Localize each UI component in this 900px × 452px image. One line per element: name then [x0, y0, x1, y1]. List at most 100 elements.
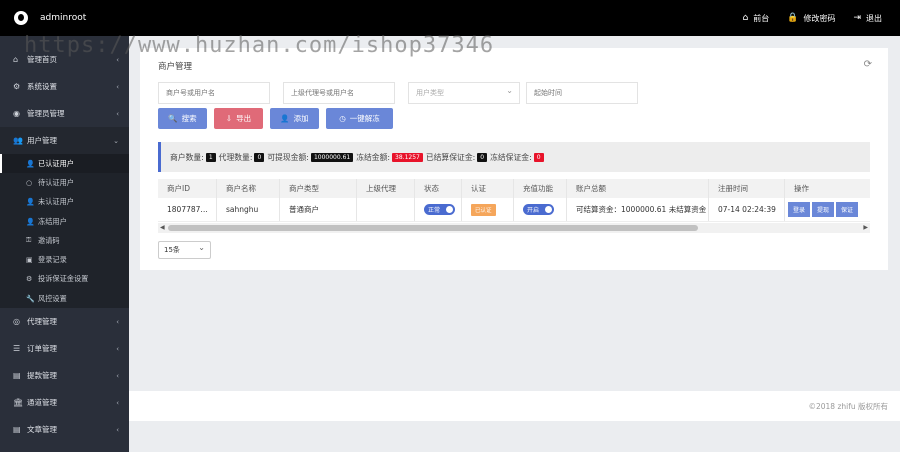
gears-icon: ⚙	[13, 82, 21, 91]
merchant-search-input[interactable]	[158, 82, 270, 104]
start-time-input[interactable]	[526, 82, 638, 104]
wrench-icon: 🔧	[26, 294, 35, 303]
lock-icon: 🔒	[787, 13, 799, 23]
unfreeze-all-button[interactable]: ◷ 一键解冻	[326, 108, 393, 129]
sidebar-item-login-records[interactable]: ▣ 登录记录	[0, 250, 129, 269]
sidebar-item-label: 代理管理	[27, 317, 57, 327]
clock-icon: ◷	[339, 114, 346, 123]
sidebar-item-verified-users[interactable]: 👤 已认证用户	[0, 154, 129, 174]
column-header[interactable]: 商户类型	[280, 179, 357, 198]
table-row[interactable]: 1807787… sahnghu 普通商户 正常 已认证 开启 可结算资金：10…	[158, 198, 870, 222]
frozen-badge: 38.1257	[392, 152, 423, 162]
sidebar-item-label: 待认证用户	[38, 177, 74, 187]
column-header[interactable]: 状态	[415, 179, 462, 198]
sidebar-item-label: 订单管理	[27, 344, 57, 354]
top-bar: adminroot ⌂ 前台 🔒 修改密码 ⇥ 退出	[0, 0, 900, 36]
withdraw-icon: ▤	[13, 371, 21, 381]
key-icon: ⚿	[26, 236, 32, 245]
withdraw-button[interactable]: 提现	[812, 202, 835, 217]
scroll-thumb[interactable]	[168, 225, 698, 231]
frozen-deposit-label: 冻结保证金:	[490, 152, 532, 162]
chevron-left-icon: ‹	[116, 82, 119, 91]
auth-cell: 已认证	[462, 198, 514, 221]
admin-icon: ◉	[13, 109, 20, 118]
scroll-left-icon[interactable]: ◀	[160, 224, 165, 231]
sidebar-item-orders[interactable]: ☰ 订单管理 ‹	[0, 335, 129, 362]
sidebar-item-label: 管理首页	[27, 55, 57, 64]
column-header[interactable]: 商户名称	[217, 179, 280, 198]
agent-cell	[357, 198, 415, 221]
scroll-right-icon[interactable]: ▶	[863, 224, 868, 231]
search-button[interactable]: 🔍 搜索	[158, 108, 207, 129]
column-header[interactable]: 操作	[785, 179, 870, 198]
ops-cell: 登录 提现 保证	[785, 198, 870, 221]
footer: ©2018 zhifu 版权所有	[129, 391, 900, 421]
chevron-left-icon: ‹	[116, 109, 119, 118]
sidebar-item-articles[interactable]: ▤ 文章管理 ‹	[0, 416, 129, 443]
sidebar-item-users[interactable]: 👥 用户管理 ⌄	[0, 127, 129, 154]
logout-label: 退出	[866, 13, 882, 23]
avatar[interactable]	[14, 11, 28, 25]
auth-badge: 已认证	[471, 203, 496, 216]
recharge-cell: 开启	[514, 198, 567, 221]
sidebar-item-system-settings[interactable]: ⚙ 系统设置 ‹	[0, 73, 129, 100]
agent-search-input[interactable]	[283, 82, 395, 104]
frozen-label: 冻结金额:	[356, 152, 391, 162]
sidebar-item-label: 未认证用户	[38, 197, 74, 207]
sidebar-item-agents[interactable]: ◎ 代理管理 ‹	[0, 308, 129, 335]
column-header[interactable]: 商户ID	[158, 179, 217, 198]
sidebar-item-home[interactable]: ⌂ 管理首页 ‹	[0, 46, 129, 73]
user-lock-icon: 👤	[26, 217, 35, 226]
home-link[interactable]: ⌂ 前台	[743, 13, 770, 24]
add-button[interactable]: 👤 添加	[270, 108, 319, 129]
chevron-left-icon: ‹	[116, 317, 119, 326]
status-toggle[interactable]: 正常	[424, 204, 455, 215]
eye-icon: ◎	[13, 317, 20, 327]
sidebar-item-channels[interactable]: 🏛 通道管理 ‹	[0, 389, 129, 416]
sidebar-item-label: 已认证用户	[38, 158, 74, 168]
user-type-select[interactable]: 用户类型	[408, 82, 520, 104]
chevron-left-icon: ‹	[116, 425, 119, 434]
main-panel: 商户管理 ⟳ 用户类型 🔍 搜索 ⇩ 导出 👤 添加 ◷ 一键解冻 商户数量: …	[140, 48, 888, 270]
sidebar-item-label: 投诉保证金设置	[38, 274, 89, 284]
add-button-label: 添加	[293, 114, 309, 123]
sidebar-item-frozen-users[interactable]: 👤 冻结用户	[0, 212, 129, 231]
sidebar-item-risk-settings[interactable]: 🔧 风控设置	[0, 289, 129, 308]
username: adminroot	[40, 13, 87, 23]
sidebar-item-deposit-settings[interactable]: ⚙ 投诉保证金设置	[0, 270, 129, 289]
logout-icon: ⇥	[853, 13, 861, 23]
sidebar-item-admins[interactable]: ◉ 管理员管理 ‹	[0, 100, 129, 127]
sidebar-item-label: 提款管理	[27, 371, 57, 381]
sidebar-item-invite-codes[interactable]: ⚿ 邀请码	[0, 231, 129, 250]
column-header[interactable]: 充值功能	[514, 179, 567, 198]
column-header[interactable]: 账户总额	[567, 179, 709, 198]
sidebar-item-unverified-users[interactable]: 👤 未认证用户	[0, 193, 129, 212]
logout-link[interactable]: ⇥ 退出	[853, 13, 882, 24]
refresh-icon[interactable]: ⟳	[864, 59, 872, 70]
column-header[interactable]: 注册时间	[709, 179, 785, 198]
sidebar-item-withdrawals[interactable]: ▤ 提款管理 ‹	[0, 362, 129, 389]
unfreeze-button-label: 一键解冻	[349, 114, 380, 123]
chevron-left-icon: ‹	[116, 55, 119, 64]
column-header[interactable]: 上级代理	[357, 179, 415, 198]
sidebar-item-label: 冻结用户	[38, 216, 67, 226]
merchant-name-cell: sahnghu	[217, 198, 280, 221]
recharge-toggle[interactable]: 开启	[523, 204, 554, 215]
withdrawable-badge: 1000000.61	[310, 152, 354, 162]
search-icon: 🔍	[168, 114, 178, 123]
sidebar: ⌂ 管理首页 ‹ ⚙ 系统设置 ‹ ◉ 管理员管理 ‹ 👥 用户管理 ⌄ 👤 已…	[0, 36, 129, 452]
deposit-button[interactable]: 保证	[836, 202, 859, 217]
copyright: ©2018 zhifu 版权所有	[808, 401, 888, 411]
agent-count-label: 代理数量:	[218, 152, 253, 162]
export-button[interactable]: ⇩ 导出	[214, 108, 263, 129]
column-header[interactable]: 认证	[462, 179, 514, 198]
login-button[interactable]: 登录	[788, 202, 811, 217]
horizontal-scrollbar[interactable]: ◀ ▶	[158, 223, 870, 233]
settled-deposit-label: 已结算保证金:	[425, 152, 476, 162]
page-size-select[interactable]: 15条	[158, 241, 211, 259]
merchant-type-cell: 普通商户	[280, 198, 357, 221]
sidebar-item-pending-users[interactable]: ○ 待认证用户	[0, 173, 129, 192]
chevron-left-icon: ‹	[116, 344, 119, 353]
user-x-icon: 👤	[26, 198, 35, 207]
change-password-link[interactable]: 🔒 修改密码	[787, 13, 835, 24]
